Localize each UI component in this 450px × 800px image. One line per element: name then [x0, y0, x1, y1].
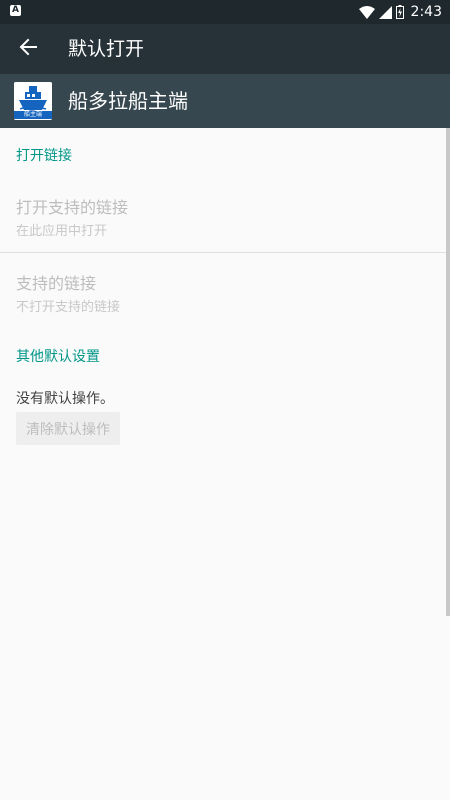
app-icon: 船主端	[14, 82, 52, 120]
section-header-other-defaults: 其他默认设置	[16, 349, 100, 365]
app-icon-label: 船主端	[14, 111, 52, 119]
clear-defaults-button[interactable]: 清除默认操作	[16, 412, 120, 445]
toolbar: 默认打开	[0, 24, 450, 74]
divider	[0, 252, 450, 253]
battery-icon	[395, 5, 404, 19]
notification-icon: A	[10, 5, 21, 16]
app-name: 船多拉船主端	[68, 89, 188, 113]
signal-icon	[378, 5, 392, 19]
back-button[interactable]	[10, 31, 46, 67]
section-header-open-links: 打开链接	[16, 148, 72, 164]
no-default-text: 没有默认操作。	[16, 391, 114, 407]
app-header: 船主端 船多拉船主端	[0, 74, 450, 128]
page-title: 默认打开	[68, 38, 145, 60]
pref-title: 打开支持的链接	[16, 198, 129, 217]
pref-summary: 不打开支持的链接	[16, 300, 121, 315]
status-time: 2:43	[410, 4, 442, 20]
arrow-left-icon	[19, 38, 37, 60]
pref-summary: 在此应用中打开	[16, 224, 108, 239]
wifi-icon	[358, 5, 375, 19]
pref-title: 支持的链接	[16, 274, 97, 293]
status-bar: A 2:43	[0, 0, 450, 24]
scrollbar[interactable]	[446, 128, 450, 616]
status-icons: 2:43	[358, 0, 442, 24]
